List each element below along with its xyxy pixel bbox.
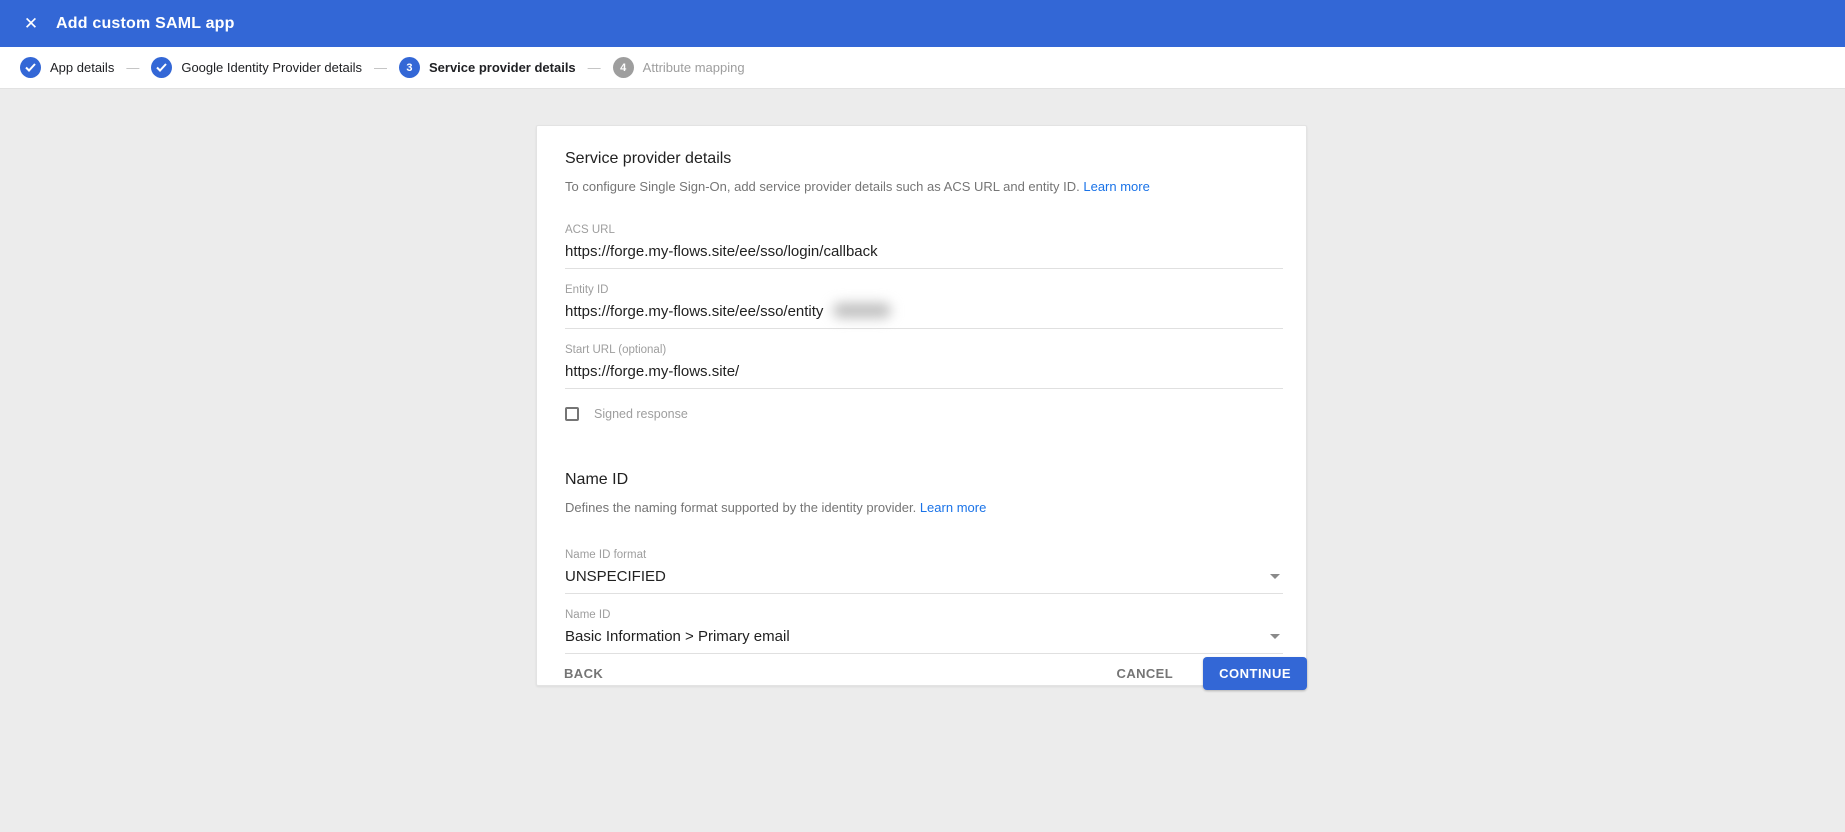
- entity-id-input[interactable]: https://forge.my-flows.site/ee/sso/entit…: [565, 303, 1283, 329]
- name-id-section: Name ID Defines the naming format suppor…: [565, 471, 1283, 654]
- name-id-field: Name ID Basic Information > Primary emai…: [565, 609, 1283, 654]
- start-url-input[interactable]: https://forge.my-flows.site/: [565, 363, 1283, 389]
- chevron-down-icon: [1270, 574, 1280, 579]
- close-icon[interactable]: ✕: [18, 11, 44, 37]
- step-separator: —: [126, 60, 140, 75]
- name-id-description: Defines the naming format supported by t…: [565, 500, 1281, 515]
- step-number-badge: 3: [398, 57, 420, 78]
- step-attribute-mapping: 4 Attribute mapping: [612, 57, 745, 78]
- dialog-header: ✕ Add custom SAML app: [0, 0, 1845, 47]
- step-label: App details: [50, 60, 115, 75]
- name-id-format-label: Name ID format: [565, 549, 647, 561]
- name-id-format-field: Name ID format UNSPECIFIED: [565, 549, 1283, 594]
- back-button[interactable]: BACK: [556, 658, 611, 689]
- section-title-name-id: Name ID: [565, 471, 629, 488]
- start-url-field: Start URL (optional) https://forge.my-fl…: [565, 344, 1283, 389]
- check-icon: [20, 57, 41, 78]
- description-text: To configure Single Sign-On, add service…: [565, 179, 1080, 194]
- entity-id-field: Entity ID https://forge.my-flows.site/ee…: [565, 284, 1283, 329]
- service-provider-details-card: Service provider details To configure Si…: [536, 125, 1307, 686]
- chevron-down-icon: [1270, 634, 1280, 639]
- step-separator: —: [587, 60, 601, 75]
- name-id-format-select[interactable]: UNSPECIFIED: [565, 568, 1283, 594]
- dialog-footer: BACK CANCEL CONTINUE: [536, 657, 1307, 690]
- name-id-label: Name ID: [565, 609, 611, 621]
- signed-response-label: Signed response: [594, 407, 688, 421]
- name-id-format-value: UNSPECIFIED: [565, 568, 666, 585]
- signed-response-checkbox[interactable]: [565, 407, 579, 421]
- start-url-label: Start URL (optional): [565, 344, 667, 356]
- entity-id-label: Entity ID: [565, 284, 609, 296]
- step-service-provider-details[interactable]: 3 Service provider details: [398, 57, 576, 78]
- acs-url-label: ACS URL: [565, 224, 615, 236]
- acs-url-field: ACS URL https://forge.my-flows.site/ee/s…: [565, 224, 1283, 269]
- description-text: Defines the naming format supported by t…: [565, 500, 917, 515]
- entity-id-value: https://forge.my-flows.site/ee/sso/entit…: [565, 303, 824, 320]
- check-icon: [151, 57, 173, 78]
- step-separator: —: [373, 60, 387, 75]
- section-title-service-provider: Service provider details: [565, 150, 732, 167]
- name-id-value: Basic Information > Primary email: [565, 628, 790, 645]
- step-label: Attribute mapping: [642, 60, 745, 75]
- step-number-badge: 4: [612, 57, 634, 78]
- step-google-idp-details[interactable]: Google Identity Provider details: [151, 57, 362, 78]
- wizard-stepper: App details — Google Identity Provider d…: [0, 47, 1845, 89]
- acs-url-input[interactable]: https://forge.my-flows.site/ee/sso/login…: [565, 243, 1283, 269]
- section-description: To configure Single Sign-On, add service…: [565, 179, 1281, 194]
- learn-more-link[interactable]: Learn more: [1083, 179, 1149, 194]
- step-label: Google Identity Provider details: [181, 60, 362, 75]
- signed-response-row: Signed response: [565, 407, 1281, 421]
- step-app-details[interactable]: App details: [20, 57, 114, 78]
- name-id-select[interactable]: Basic Information > Primary email: [565, 628, 1283, 654]
- cancel-button[interactable]: CANCEL: [1109, 658, 1182, 689]
- learn-more-link[interactable]: Learn more: [920, 500, 986, 515]
- continue-button[interactable]: CONTINUE: [1203, 657, 1307, 690]
- redacted-blur: [833, 303, 892, 319]
- dialog-title: Add custom SAML app: [56, 14, 235, 32]
- step-label: Service provider details: [428, 60, 576, 75]
